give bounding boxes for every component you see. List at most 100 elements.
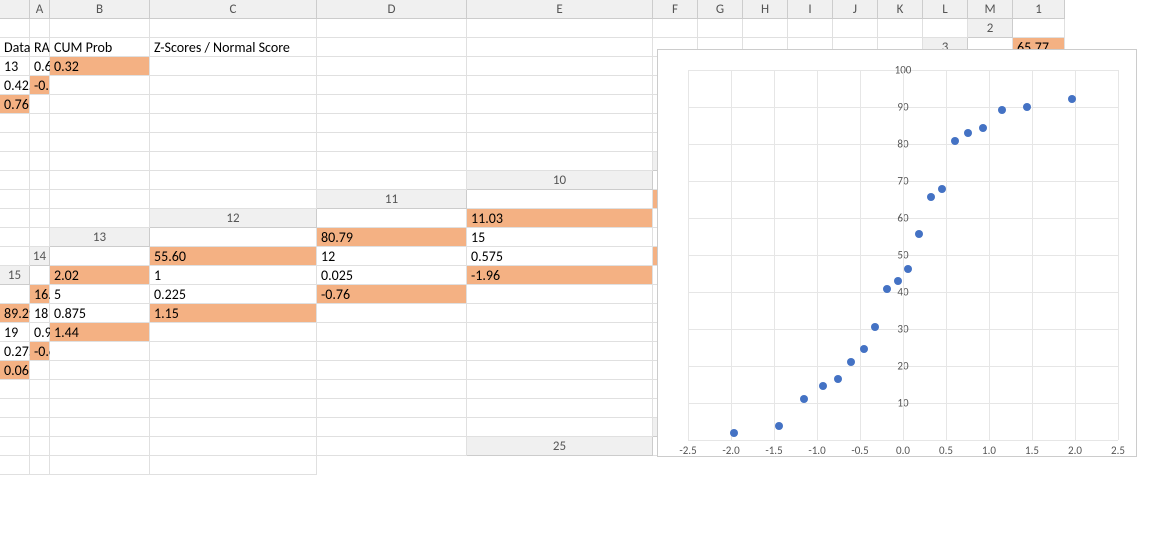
cell-H20[interactable] bbox=[150, 361, 317, 380]
cell-G20[interactable] bbox=[50, 361, 150, 380]
cell-A15[interactable] bbox=[30, 266, 50, 285]
col-header-E[interactable]: E bbox=[467, 0, 653, 19]
cell-M1[interactable] bbox=[923, 19, 968, 38]
row-header-12[interactable]: 12 bbox=[150, 209, 317, 228]
row-header-11[interactable]: 11 bbox=[317, 190, 467, 209]
cell-G3[interactable] bbox=[317, 57, 467, 76]
cell-J10[interactable] bbox=[0, 190, 30, 209]
cell-K9[interactable] bbox=[50, 171, 150, 190]
col-header-B[interactable]: B bbox=[50, 0, 150, 19]
cell-J23[interactable] bbox=[50, 418, 150, 437]
cell-E5[interactable]: 0.76 bbox=[0, 95, 30, 114]
col-header-J[interactable]: J bbox=[833, 0, 878, 19]
cell-I5[interactable] bbox=[317, 95, 467, 114]
cell-C18[interactable]: 19 bbox=[0, 323, 30, 342]
cell-G18[interactable] bbox=[317, 323, 467, 342]
cell-G22[interactable] bbox=[0, 399, 30, 418]
cell-C3[interactable]: 13 bbox=[0, 57, 30, 76]
cell-F21[interactable] bbox=[0, 380, 30, 399]
cell-I20[interactable] bbox=[317, 361, 467, 380]
cell-M23[interactable] bbox=[467, 418, 653, 437]
cell-A13[interactable] bbox=[150, 228, 317, 247]
row-header-10[interactable]: 10 bbox=[467, 171, 653, 190]
cell-L12[interactable] bbox=[0, 228, 30, 247]
cell-M11[interactable] bbox=[50, 209, 150, 228]
cell-K25[interactable] bbox=[30, 456, 50, 475]
cell-E20[interactable]: 0.06 bbox=[0, 361, 30, 380]
cell-L11[interactable] bbox=[30, 209, 50, 228]
cell-J22[interactable] bbox=[150, 399, 317, 418]
cell-H4[interactable] bbox=[317, 76, 467, 95]
cell-K11[interactable] bbox=[0, 209, 30, 228]
cell-H8[interactable] bbox=[0, 152, 30, 171]
cell-M24[interactable] bbox=[317, 437, 467, 456]
cell-H5[interactable] bbox=[150, 95, 317, 114]
cell-B16[interactable]: 16.38 bbox=[30, 285, 50, 304]
cell-L22[interactable] bbox=[467, 399, 653, 418]
cell-A11[interactable] bbox=[467, 190, 653, 209]
cell-B1[interactable] bbox=[30, 19, 50, 38]
cell-H6[interactable] bbox=[50, 114, 150, 133]
cell-D17[interactable]: 0.875 bbox=[50, 304, 150, 323]
cell-F18[interactable] bbox=[150, 323, 317, 342]
cell-L9[interactable] bbox=[150, 171, 317, 190]
cell-K1[interactable] bbox=[833, 19, 878, 38]
cell-A1[interactable] bbox=[0, 19, 30, 38]
cell-G4[interactable] bbox=[150, 76, 317, 95]
cell-E19[interactable]: -0.60 bbox=[30, 342, 50, 361]
cell-F17[interactable] bbox=[317, 304, 467, 323]
cell-F2[interactable] bbox=[317, 38, 467, 57]
cell-C17[interactable]: 18 bbox=[30, 304, 50, 323]
cell-B2[interactable]: Data Set bbox=[0, 38, 30, 57]
cell-C15[interactable]: 1 bbox=[150, 266, 317, 285]
cell-B12[interactable]: 11.03 bbox=[467, 209, 653, 228]
cell-F20[interactable] bbox=[30, 361, 50, 380]
cell-J21[interactable] bbox=[317, 380, 467, 399]
col-header-K[interactable]: K bbox=[878, 0, 923, 19]
cell-G19[interactable] bbox=[150, 342, 317, 361]
cell-I24[interactable] bbox=[0, 437, 30, 456]
cell-A2[interactable] bbox=[1013, 19, 1065, 38]
cell-L10[interactable] bbox=[50, 190, 150, 209]
cell-E15[interactable]: -1.96 bbox=[467, 266, 653, 285]
cell-I19[interactable] bbox=[467, 342, 653, 361]
cell-I4[interactable] bbox=[467, 76, 653, 95]
cell-E18[interactable]: 1.44 bbox=[50, 323, 150, 342]
cell-J20[interactable] bbox=[467, 361, 653, 380]
cell-M10[interactable] bbox=[150, 190, 317, 209]
col-header-I[interactable]: I bbox=[788, 0, 833, 19]
cell-G17[interactable] bbox=[467, 304, 653, 323]
cell-D3[interactable]: 0.625 bbox=[30, 57, 50, 76]
cell-E2[interactable]: Z-Scores / Normal Score bbox=[150, 38, 317, 57]
cell-G7[interactable] bbox=[0, 133, 30, 152]
cell-D14[interactable]: 0.575 bbox=[467, 247, 653, 266]
cell-D16[interactable]: 0.225 bbox=[150, 285, 317, 304]
row-header-14[interactable]: 14 bbox=[30, 247, 50, 266]
cell-G6[interactable] bbox=[30, 114, 50, 133]
cell-F16[interactable] bbox=[467, 285, 653, 304]
cell-L1[interactable] bbox=[878, 19, 923, 38]
row-header-1[interactable]: 1 bbox=[1013, 0, 1065, 19]
row-header-13[interactable]: 13 bbox=[50, 228, 150, 247]
cell-M8[interactable] bbox=[467, 152, 653, 171]
cell-F3[interactable] bbox=[150, 57, 317, 76]
cell-C13[interactable]: 15 bbox=[467, 228, 653, 247]
cell-H21[interactable] bbox=[50, 380, 150, 399]
cell-C2[interactable]: RANK bbox=[30, 38, 50, 57]
cell-I7[interactable] bbox=[50, 133, 150, 152]
cell-D15[interactable]: 0.025 bbox=[317, 266, 467, 285]
col-header-G[interactable]: G bbox=[698, 0, 743, 19]
cell-D18[interactable]: 0.925 bbox=[30, 323, 50, 342]
cell-A16[interactable] bbox=[0, 285, 30, 304]
cell-K22[interactable] bbox=[317, 399, 467, 418]
cell-I23[interactable] bbox=[30, 418, 50, 437]
cell-F5[interactable] bbox=[30, 95, 50, 114]
row-header-25[interactable]: 25 bbox=[467, 437, 653, 456]
cell-L7[interactable] bbox=[467, 133, 653, 152]
cell-A12[interactable] bbox=[317, 209, 467, 228]
col-header-H[interactable]: H bbox=[743, 0, 788, 19]
cell-C1[interactable] bbox=[50, 19, 150, 38]
cell-I8[interactable] bbox=[30, 152, 50, 171]
cell-F4[interactable] bbox=[50, 76, 150, 95]
cell-C14[interactable]: 12 bbox=[317, 247, 467, 266]
